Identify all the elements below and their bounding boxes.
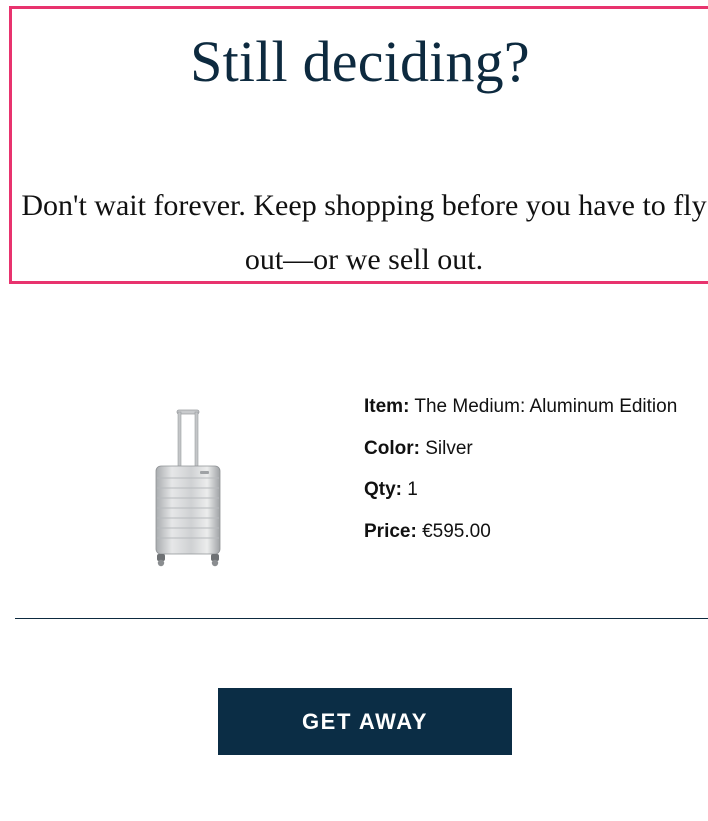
- price-value: €595.00: [422, 520, 491, 542]
- qty-label: Qty:: [364, 479, 402, 500]
- color-label: Color:: [364, 437, 420, 459]
- item-name-row: Item: The Medium: Aluminum Edition: [364, 386, 694, 428]
- get-away-button[interactable]: GET AWAY: [218, 688, 512, 755]
- item-label: Item:: [364, 396, 410, 417]
- page-title: Still deciding?: [190, 29, 530, 94]
- hero-body-text: Don't wait forever. Keep shopping before…: [21, 189, 707, 276]
- item-qty-row: Qty: 1: [364, 469, 694, 511]
- item-color-row: Color: Silver: [364, 428, 694, 470]
- item-value: The Medium: Aluminum Edition: [414, 396, 678, 417]
- suitcase-image[interactable]: [148, 408, 228, 568]
- qty-value: 1: [407, 479, 418, 500]
- item-details: Item: The Medium: Aluminum Edition Color…: [364, 386, 694, 552]
- divider: [15, 618, 708, 619]
- headline-box: Still deciding? Don't wait forever. Keep…: [9, 6, 708, 284]
- price-label: Price:: [364, 520, 417, 542]
- cart-item: Item: The Medium: Aluminum Edition Color…: [0, 380, 708, 580]
- item-price-row: Price: €595.00: [364, 511, 694, 553]
- color-value: Silver: [425, 437, 473, 459]
